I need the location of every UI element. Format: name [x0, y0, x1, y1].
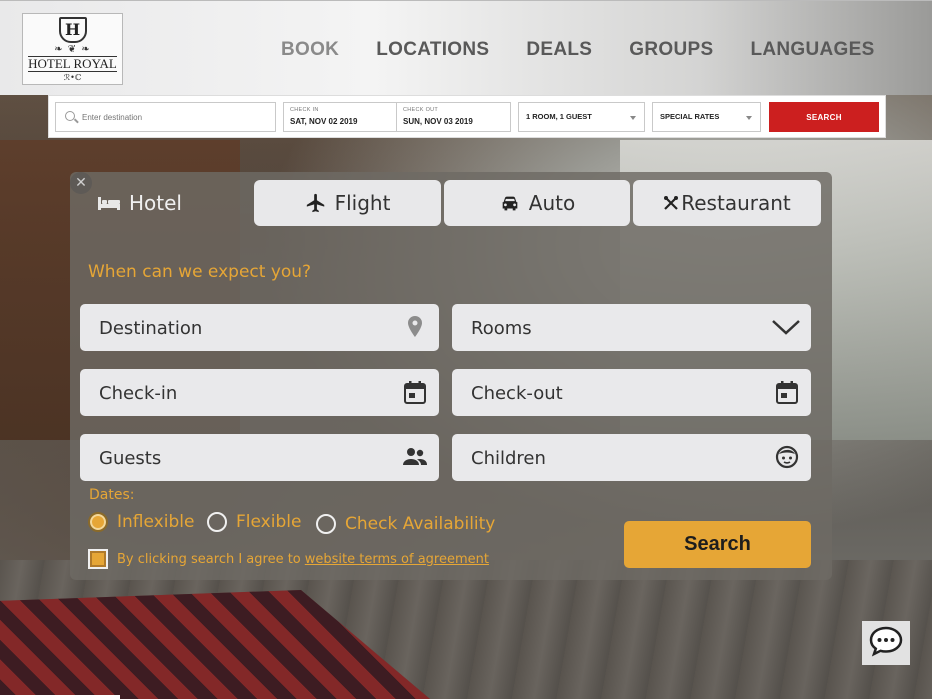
chevron-down-icon [630, 116, 636, 120]
rooms-select[interactable]: Rooms [452, 304, 811, 351]
quick-search-button[interactable]: SEARCH [769, 102, 879, 132]
logo-name: HOTEL ROYAL [28, 55, 117, 72]
bed-icon [97, 194, 121, 212]
hotel-logo[interactable]: H ❧ ❦ ❧ HOTEL ROYAL ℛ•ℂ [22, 13, 123, 85]
search-icon [65, 111, 75, 121]
quick-rates-value: SPECIAL RATES [660, 112, 720, 121]
chat-button[interactable] [862, 621, 910, 665]
radio-dot-selected [88, 512, 108, 532]
tab-hotel-label: Hotel [129, 191, 182, 215]
tab-flight-label: Flight [334, 191, 391, 215]
quick-checkin-label: CHECK IN [290, 107, 319, 113]
search-button[interactable]: Search [624, 521, 811, 568]
checkin-label: Check-in [99, 383, 178, 404]
nav-item-locations[interactable]: LOCATIONS [376, 39, 489, 61]
logo-subtext: ℛ•ℂ [63, 72, 82, 82]
quick-checkout-field[interactable]: CHECK OUT SUN, NOV 03 2019 [397, 102, 511, 132]
radio-check-availability[interactable]: Check Availability [316, 514, 495, 534]
quick-rooms-select[interactable]: 1 ROOM, 1 GUEST [518, 102, 645, 132]
child-face-icon [775, 445, 799, 469]
quick-destination-field[interactable] [55, 102, 276, 132]
utensils-icon [663, 195, 679, 211]
dates-label: Dates: [89, 487, 135, 503]
quick-rooms-value: 1 ROOM, 1 GUEST [526, 112, 592, 121]
tab-restaurant[interactable]: Restaurant [633, 180, 821, 226]
radio-inflexible-label: Inflexible [117, 512, 195, 532]
guests-label: Guests [99, 448, 162, 469]
checkout-label: Check-out [471, 383, 563, 404]
chevron-down-icon [746, 116, 752, 120]
quick-checkin-field[interactable]: CHECK IN SAT, NOV 02 2019 [283, 102, 397, 132]
site-header: H ❧ ❦ ❧ HOTEL ROYAL ℛ•ℂ BOOK LOCATIONS D… [0, 0, 932, 95]
terms-checkbox[interactable] [88, 549, 108, 569]
nav-item-deals[interactable]: DEALS [526, 39, 592, 61]
quick-checkout-label: CHECK OUT [403, 107, 439, 113]
guests-field[interactable]: Guests [80, 434, 439, 481]
radio-flexible-label: Flexible [236, 512, 302, 532]
terms-agreement: By clicking search I agree to website te… [88, 549, 489, 569]
calendar-icon [403, 380, 427, 404]
radio-dot [207, 512, 227, 532]
children-field[interactable]: Children [452, 434, 811, 481]
nav-item-languages[interactable]: LANGUAGES [750, 39, 874, 61]
quick-checkin-value: SAT, NOV 02 2019 [290, 117, 358, 126]
radio-check-availability-label: Check Availability [345, 514, 496, 534]
airplane-icon [305, 192, 327, 214]
quick-destination-input[interactable] [82, 109, 267, 125]
children-label: Children [471, 448, 546, 469]
tab-auto-label: Auto [528, 191, 576, 215]
tab-hotel[interactable]: Hotel [71, 180, 251, 226]
checkout-field[interactable]: Check-out [452, 369, 811, 416]
quick-booking-bar: CHECK IN SAT, NOV 02 2019 CHECK OUT SUN,… [48, 95, 886, 138]
terms-link[interactable]: website terms of agreement [305, 552, 489, 567]
radio-flexible[interactable]: Flexible [207, 512, 301, 532]
logo-flourish: ❧ ❦ ❧ [54, 43, 91, 55]
checkin-field[interactable]: Check-in [80, 369, 439, 416]
tab-auto[interactable]: Auto [444, 180, 630, 226]
chat-bubble-icon [868, 625, 904, 661]
radio-dot [316, 514, 336, 534]
logo-crest: H [58, 16, 87, 43]
rooms-label: Rooms [471, 318, 532, 339]
quick-rates-select[interactable]: SPECIAL RATES [652, 102, 761, 132]
booking-prompt: When can we expect you? [88, 262, 312, 282]
car-icon [499, 192, 521, 214]
chevron-down-icon [771, 315, 801, 339]
main-nav: BOOK LOCATIONS DEALS GROUPS LANGUAGES [281, 39, 912, 61]
bottom-strip [0, 695, 120, 699]
tab-restaurant-label: Restaurant [681, 191, 791, 215]
destination-field[interactable]: Destination [80, 304, 439, 351]
destination-label: Destination [99, 318, 203, 339]
radio-inflexible[interactable]: Inflexible [88, 512, 194, 532]
nav-item-book[interactable]: BOOK [281, 39, 339, 61]
quick-checkout-value: SUN, NOV 03 2019 [403, 117, 473, 126]
nav-item-groups[interactable]: GROUPS [629, 39, 713, 61]
tab-flight[interactable]: Flight [254, 180, 441, 226]
calendar-icon [775, 380, 799, 404]
people-icon [403, 445, 427, 469]
map-pin-icon [403, 315, 427, 339]
terms-text: By clicking search I agree to [117, 551, 301, 567]
